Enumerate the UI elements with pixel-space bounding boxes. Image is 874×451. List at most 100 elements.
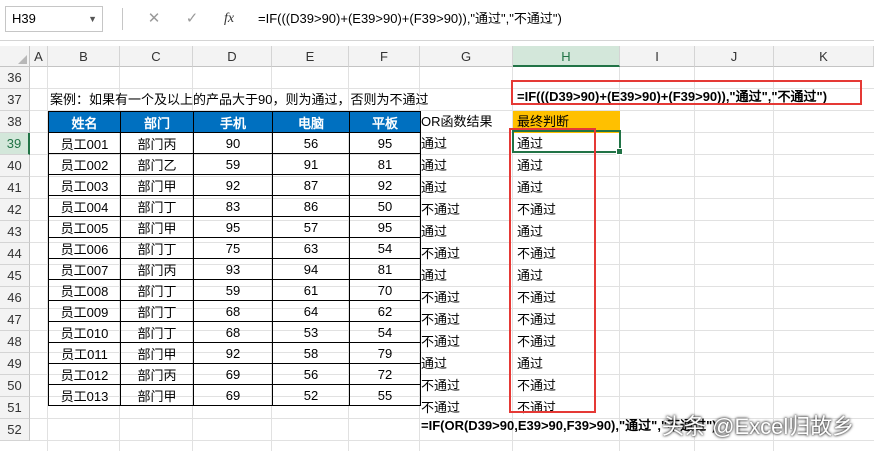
column-header-i[interactable]: I — [620, 46, 695, 67]
column-header-e[interactable]: E — [272, 46, 349, 67]
column-header-k[interactable]: K — [774, 46, 874, 67]
row-header-38[interactable]: 38 — [0, 111, 30, 133]
cell-tablet[interactable]: 62 — [349, 300, 421, 322]
cell-name[interactable]: 员工004 — [48, 195, 121, 217]
cell-name[interactable]: 员工011 — [48, 342, 121, 364]
or-result-header[interactable]: OR函数结果 — [421, 111, 493, 133]
select-all-corner[interactable] — [0, 46, 30, 67]
chevron-down-icon[interactable]: ▼ — [88, 7, 97, 31]
row-header-43[interactable]: 43 — [0, 221, 30, 243]
cell-phone[interactable]: 92 — [193, 174, 273, 196]
cell-department[interactable]: 部门丙 — [120, 363, 194, 385]
or-result-cell[interactable]: 通过 — [421, 353, 447, 375]
column-header-j[interactable]: J — [695, 46, 774, 67]
cell-tablet[interactable]: 55 — [349, 384, 421, 406]
cell-tablet[interactable]: 54 — [349, 321, 421, 343]
or-result-cell[interactable]: 不通过 — [421, 375, 460, 397]
cell-phone[interactable]: 68 — [193, 300, 273, 322]
cell-name[interactable]: 员工001 — [48, 132, 121, 154]
cell-tablet[interactable]: 70 — [349, 279, 421, 301]
cell-tablet[interactable]: 95 — [349, 216, 421, 238]
cell-department[interactable]: 部门丁 — [120, 279, 194, 301]
cell-computer[interactable]: 63 — [272, 237, 350, 259]
cell-department[interactable]: 部门丁 — [120, 321, 194, 343]
cell-phone[interactable]: 59 — [193, 153, 273, 175]
cell-phone[interactable]: 95 — [193, 216, 273, 238]
cell-tablet[interactable]: 92 — [349, 174, 421, 196]
row-header-42[interactable]: 42 — [0, 199, 30, 221]
row-header-49[interactable]: 49 — [0, 353, 30, 375]
cell-department[interactable]: 部门丁 — [120, 237, 194, 259]
column-header-h[interactable]: H — [513, 46, 620, 67]
cell-phone[interactable]: 69 — [193, 384, 273, 406]
cell-name[interactable]: 员工010 — [48, 321, 121, 343]
cell-phone[interactable]: 90 — [193, 132, 273, 154]
header-name[interactable]: 姓名 — [48, 111, 121, 133]
cell-phone[interactable]: 93 — [193, 258, 273, 280]
insert-function-icon[interactable]: fx — [218, 8, 240, 30]
cell-department[interactable]: 部门丁 — [120, 300, 194, 322]
cell-tablet[interactable]: 54 — [349, 237, 421, 259]
cell-name[interactable]: 员工003 — [48, 174, 121, 196]
cell-phone[interactable]: 69 — [193, 363, 273, 385]
row-header-51[interactable]: 51 — [0, 397, 30, 419]
or-result-cell[interactable]: 不通过 — [421, 243, 460, 265]
cell-phone[interactable]: 92 — [193, 342, 273, 364]
cell-computer[interactable]: 57 — [272, 216, 350, 238]
column-header-d[interactable]: D — [193, 46, 272, 67]
row-header-52[interactable]: 52 — [0, 419, 30, 441]
cell-phone[interactable]: 68 — [193, 321, 273, 343]
cell-name[interactable]: 员工008 — [48, 279, 121, 301]
or-result-cell[interactable]: 通过 — [421, 177, 447, 199]
cell-name[interactable]: 员工007 — [48, 258, 121, 280]
or-result-cell[interactable]: 不通过 — [421, 287, 460, 309]
cell-tablet[interactable]: 50 — [349, 195, 421, 217]
cell-computer[interactable]: 86 — [272, 195, 350, 217]
row-header-45[interactable]: 45 — [0, 265, 30, 287]
cell-computer[interactable]: 58 — [272, 342, 350, 364]
cell-computer[interactable]: 94 — [272, 258, 350, 280]
cell-name[interactable]: 员工002 — [48, 153, 121, 175]
cell-department[interactable]: 部门丙 — [120, 132, 194, 154]
header-tablet[interactable]: 平板 — [349, 111, 421, 133]
row-header-40[interactable]: 40 — [0, 155, 30, 177]
enter-icon[interactable]: ✓ — [181, 8, 203, 30]
row-header-37[interactable]: 37 — [0, 89, 30, 111]
cell-computer[interactable]: 52 — [272, 384, 350, 406]
column-header-a[interactable]: A — [30, 46, 48, 67]
row-header-50[interactable]: 50 — [0, 375, 30, 397]
cell-department[interactable]: 部门甲 — [120, 174, 194, 196]
cell-phone[interactable]: 59 — [193, 279, 273, 301]
cell-department[interactable]: 部门甲 — [120, 342, 194, 364]
cell-tablet[interactable]: 81 — [349, 153, 421, 175]
or-result-cell[interactable]: 不通过 — [421, 309, 460, 331]
cell-tablet[interactable]: 72 — [349, 363, 421, 385]
cell-department[interactable]: 部门丙 — [120, 258, 194, 280]
cell-phone[interactable]: 83 — [193, 195, 273, 217]
cancel-icon[interactable]: ✕ — [143, 8, 165, 30]
or-result-cell[interactable]: 通过 — [421, 155, 447, 177]
cell-computer[interactable]: 87 — [272, 174, 350, 196]
column-header-c[interactable]: C — [120, 46, 193, 67]
header-department[interactable]: 部门 — [120, 111, 194, 133]
cell-tablet[interactable]: 95 — [349, 132, 421, 154]
cell-name[interactable]: 员工005 — [48, 216, 121, 238]
row-header-48[interactable]: 48 — [0, 331, 30, 353]
or-result-cell[interactable]: 不通过 — [421, 199, 460, 221]
cell-department[interactable]: 部门丁 — [120, 195, 194, 217]
cell-name[interactable]: 员工006 — [48, 237, 121, 259]
column-header-f[interactable]: F — [349, 46, 420, 67]
name-box[interactable]: H39 ▼ — [5, 6, 103, 32]
cell-department[interactable]: 部门甲 — [120, 216, 194, 238]
cell-department[interactable]: 部门乙 — [120, 153, 194, 175]
or-result-cell[interactable]: 不通过 — [421, 331, 460, 353]
cell-tablet[interactable]: 81 — [349, 258, 421, 280]
cell-computer[interactable]: 61 — [272, 279, 350, 301]
row-header-41[interactable]: 41 — [0, 177, 30, 199]
case-description[interactable]: 案例：如果有一个及以上的产品大于90，则为通过，否则为不通过 — [50, 89, 428, 111]
row-header-47[interactable]: 47 — [0, 309, 30, 331]
cell-computer[interactable]: 56 — [272, 132, 350, 154]
column-header-g[interactable]: G — [420, 46, 513, 67]
or-result-cell[interactable]: 通过 — [421, 265, 447, 287]
cell-computer[interactable]: 53 — [272, 321, 350, 343]
